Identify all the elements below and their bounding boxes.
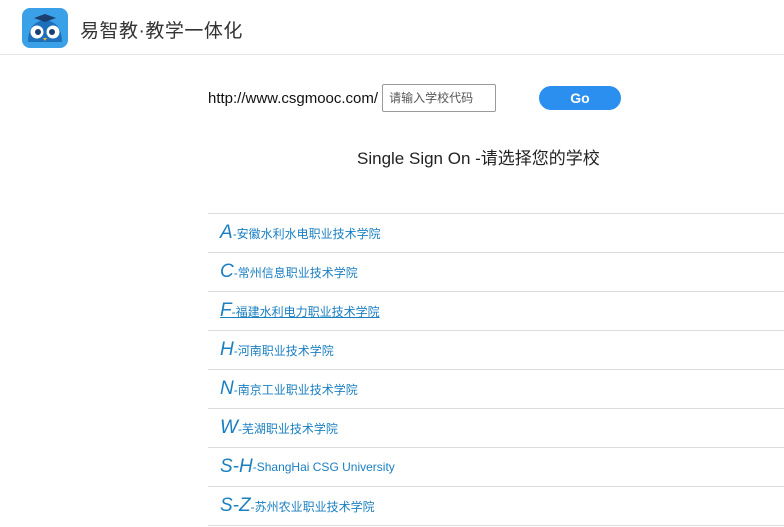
- owl-logo-icon[interactable]: [22, 8, 68, 48]
- school-letter: W: [220, 417, 238, 438]
- school-item[interactable]: N -南京工业职业技术学院: [208, 370, 784, 409]
- school-name: -苏州农业职业技术学院: [250, 499, 375, 514]
- school-url-row: http://www.csgmooc.com/: [208, 84, 497, 112]
- school-letter: S-H: [220, 456, 253, 477]
- app-header: 易智教·教学一体化: [0, 0, 784, 55]
- school-item[interactable]: H -河南职业技术学院: [208, 331, 784, 370]
- school-name: -南京工业职业技术学院: [233, 382, 358, 397]
- school-item[interactable]: A -安徽水利水电职业技术学院: [208, 214, 784, 253]
- school-letter: N: [220, 378, 234, 399]
- school-item[interactable]: C -常州信息职业技术学院: [208, 253, 784, 292]
- school-letter: S-Z: [220, 495, 251, 516]
- school-code-input[interactable]: [382, 84, 497, 112]
- school-item[interactable]: S-Z -苏州农业职业技术学院: [208, 487, 784, 526]
- school-name: -河南职业技术学院: [233, 343, 334, 358]
- school-name: -芜湖职业技术学院: [237, 421, 338, 436]
- school-name: -福建水利电力职业技术学院: [231, 304, 380, 319]
- school-item[interactable]: W -芜湖职业技术学院: [208, 409, 784, 448]
- school-letter: C: [220, 261, 234, 282]
- url-prefix: http://www.csgmooc.com/: [208, 89, 379, 107]
- school-letter: F: [220, 300, 232, 321]
- school-letter: A: [220, 222, 233, 243]
- school-item[interactable]: S-H -ShangHai CSG University: [208, 448, 784, 487]
- school-list: A -安徽水利水电职业技术学院 C -常州信息职业技术学院 F -福建水利电力职业技术…: [208, 213, 784, 526]
- sso-title: Single Sign On -请选择您的学校: [357, 149, 600, 168]
- brand-title: 易智教·教学一体化: [80, 21, 243, 42]
- school-name: -ShangHai CSG University: [252, 460, 395, 474]
- school-letter: H: [220, 339, 234, 360]
- school-name: -安徽水利水电职业技术学院: [232, 226, 381, 241]
- school-name: -常州信息职业技术学院: [233, 265, 358, 280]
- go-button[interactable]: Go: [539, 86, 621, 110]
- school-item[interactable]: F -福建水利电力职业技术学院: [208, 292, 784, 331]
